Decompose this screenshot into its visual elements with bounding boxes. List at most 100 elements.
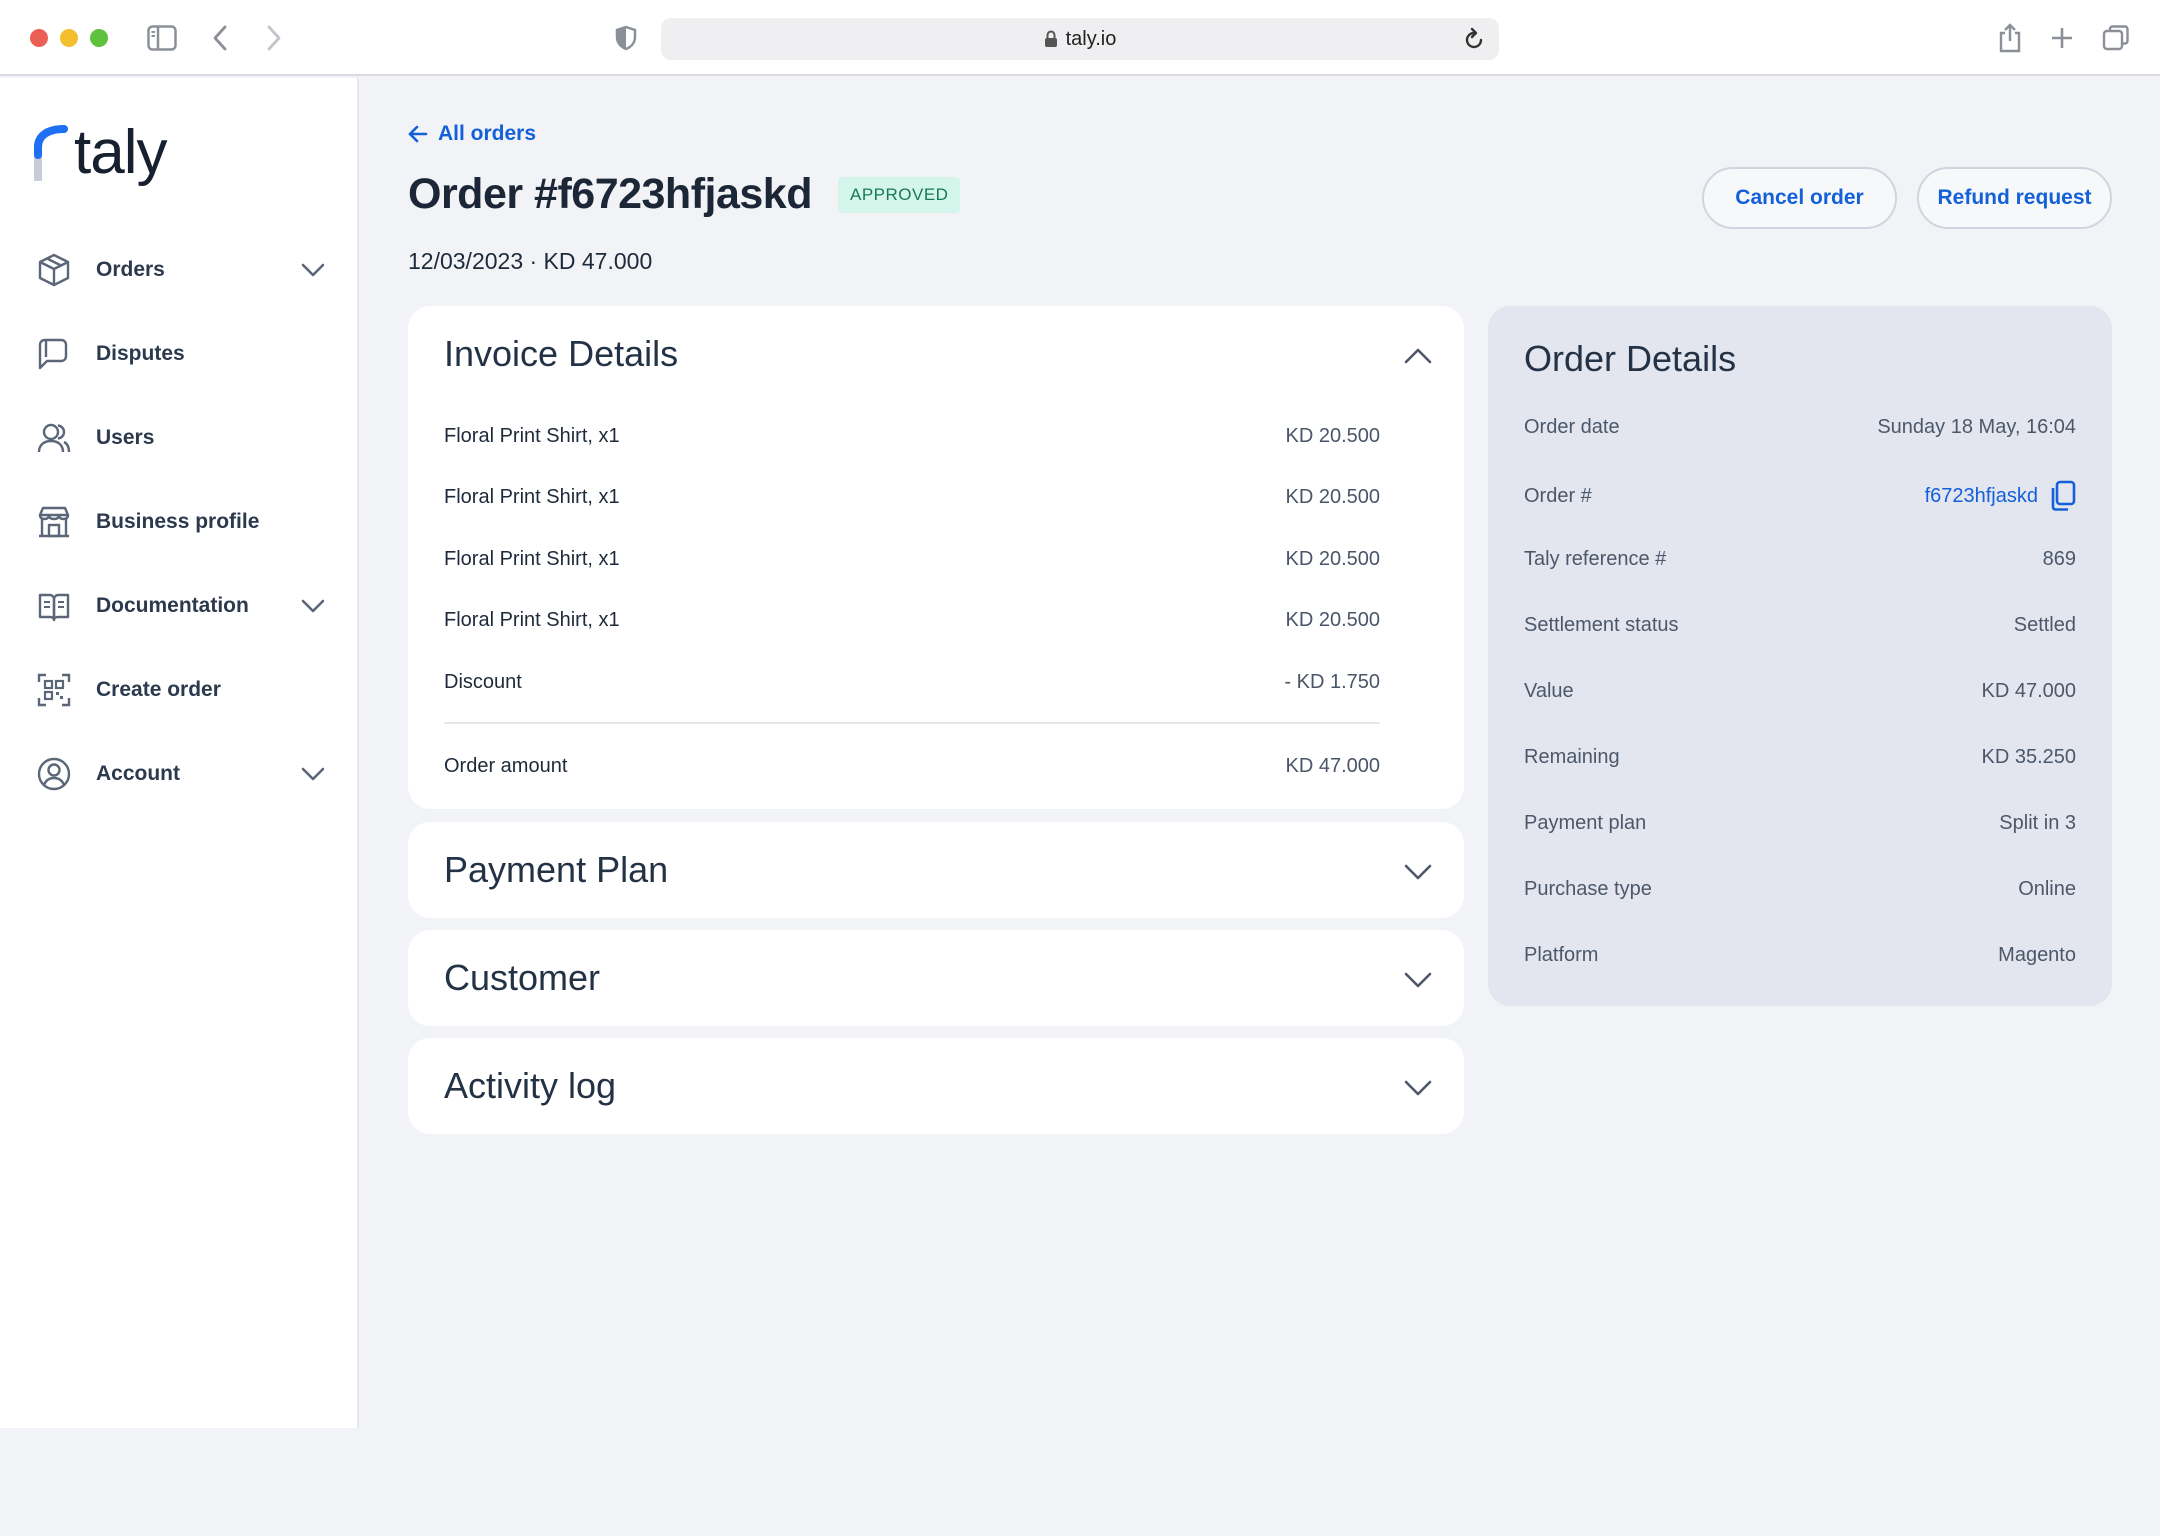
shield-icon[interactable] bbox=[608, 20, 644, 56]
customer-header[interactable]: Customer bbox=[408, 930, 1464, 1026]
line-item-label: Floral Print Shirt, x1 bbox=[444, 609, 620, 631]
chat-bubble-icon bbox=[36, 336, 72, 372]
logo-text: taly bbox=[74, 118, 167, 187]
status-badge: APPROVED bbox=[837, 176, 961, 213]
detail-row-order-number: Order # f6723hfjaskd bbox=[1524, 480, 2076, 512]
customer-card[interactable]: Customer bbox=[408, 930, 1464, 1026]
sidebar-item-documentation[interactable]: Documentation bbox=[0, 564, 359, 648]
sidebar-item-create-order[interactable]: Create order bbox=[0, 648, 359, 732]
lock-icon bbox=[1044, 30, 1058, 48]
copy-icon[interactable] bbox=[2050, 480, 2076, 512]
order-details-title: Order Details bbox=[1524, 338, 1737, 379]
invoice-details-card: Invoice Details Floral Print Shirt, x1 K… bbox=[408, 306, 1464, 809]
detail-row-value: Value KD 47.000 bbox=[1524, 680, 2076, 703]
qr-code-icon bbox=[36, 672, 72, 708]
detail-value: KD 35.250 bbox=[1981, 746, 2076, 768]
chevron-up-icon[interactable] bbox=[1402, 340, 1434, 372]
cancel-order-button[interactable]: Cancel order bbox=[1702, 167, 1897, 229]
detail-label: Payment plan bbox=[1524, 812, 1647, 834]
sidebar-item-business-profile[interactable]: Business profile bbox=[0, 480, 359, 564]
line-item-label: Floral Print Shirt, x1 bbox=[444, 548, 620, 570]
sidebar-item-label: Create order bbox=[96, 678, 221, 701]
order-summary-subtitle: 12/03/2023 · KD 47.000 bbox=[408, 248, 653, 274]
order-amount-value: KD 47.000 bbox=[1285, 755, 1380, 777]
tab-overview-icon[interactable] bbox=[2098, 20, 2134, 56]
detail-row-remaining: Remaining KD 35.250 bbox=[1524, 746, 2076, 769]
discount-amount: - KD 1.750 bbox=[1284, 671, 1380, 693]
box-icon bbox=[36, 252, 72, 288]
payment-plan-card[interactable]: Payment Plan bbox=[408, 822, 1464, 918]
share-icon[interactable] bbox=[1992, 20, 2028, 56]
storefront-icon bbox=[36, 504, 72, 540]
activity-log-title: Activity log bbox=[444, 1065, 617, 1106]
line-item-amount: KD 20.500 bbox=[1285, 425, 1380, 447]
order-details-panel: Order Details Order date Sunday 18 May, … bbox=[1488, 306, 2112, 1006]
detail-value: 869 bbox=[2042, 548, 2076, 570]
order-amount-label: Order amount bbox=[444, 755, 568, 777]
activity-log-card[interactable]: Activity log bbox=[408, 1038, 1464, 1134]
invoice-line-item: Floral Print Shirt, x1 KD 20.500 bbox=[444, 425, 1380, 448]
detail-row-taly-reference: Taly reference # 869 bbox=[1524, 548, 2076, 571]
sidebar-item-account[interactable]: Account bbox=[0, 732, 359, 816]
detail-label: Settlement status bbox=[1524, 614, 1679, 636]
line-item-label: Floral Print Shirt, x1 bbox=[444, 425, 620, 447]
detail-label: Platform bbox=[1524, 944, 1599, 966]
sidebar-item-label: Users bbox=[96, 426, 155, 449]
reload-icon[interactable] bbox=[1463, 27, 1485, 57]
taly-logo-mark-icon bbox=[34, 125, 68, 181]
taly-logo[interactable]: taly bbox=[34, 118, 167, 188]
chevron-down-icon[interactable] bbox=[1402, 1072, 1434, 1104]
browser-toolbar: taly.io bbox=[0, 0, 2160, 76]
sidebar-toggle-icon[interactable] bbox=[144, 20, 180, 56]
close-window-button[interactable] bbox=[30, 29, 48, 47]
sidebar: taly Orders Disputes Users Business prof… bbox=[0, 78, 359, 1428]
detail-row-purchase-type: Purchase type Online bbox=[1524, 878, 2076, 901]
sidebar-item-orders[interactable]: Orders bbox=[0, 228, 359, 312]
line-item-amount: KD 20.500 bbox=[1285, 486, 1380, 508]
forward-arrow-icon[interactable] bbox=[256, 20, 292, 56]
sidebar-item-label: Business profile bbox=[96, 510, 260, 533]
minimize-window-button[interactable] bbox=[60, 29, 78, 47]
detail-label: Value bbox=[1524, 680, 1574, 702]
payment-plan-title: Payment Plan bbox=[444, 849, 669, 890]
page-bottom-area bbox=[0, 1428, 2160, 1536]
refund-request-button[interactable]: Refund request bbox=[1917, 167, 2112, 229]
sidebar-item-label: Disputes bbox=[96, 342, 185, 365]
line-item-amount: KD 20.500 bbox=[1285, 548, 1380, 570]
sidebar-item-label: Documentation bbox=[96, 594, 249, 617]
zoom-window-button[interactable] bbox=[90, 29, 108, 47]
activity-log-header[interactable]: Activity log bbox=[408, 1038, 1464, 1134]
address-bar[interactable]: taly.io bbox=[661, 18, 1499, 60]
customer-title: Customer bbox=[444, 957, 601, 998]
arrow-left-icon bbox=[408, 125, 428, 143]
invoice-divider bbox=[444, 722, 1380, 724]
invoice-total-row: Order amount KD 47.000 bbox=[444, 755, 1380, 778]
detail-value: Settled bbox=[2013, 614, 2076, 636]
chevron-down-icon[interactable] bbox=[1402, 964, 1434, 996]
chevron-down-icon[interactable] bbox=[299, 256, 327, 284]
detail-label: Taly reference # bbox=[1524, 548, 1667, 570]
chevron-down-icon[interactable] bbox=[299, 760, 327, 788]
detail-value: KD 47.000 bbox=[1981, 680, 2076, 702]
sidebar-item-label: Account bbox=[96, 762, 180, 785]
back-link-label: All orders bbox=[438, 122, 537, 145]
users-icon bbox=[36, 420, 72, 456]
payment-plan-header[interactable]: Payment Plan bbox=[408, 822, 1464, 918]
detail-label: Order # bbox=[1524, 484, 1592, 507]
invoice-details-header[interactable]: Invoice Details bbox=[408, 306, 1464, 402]
invoice-discount-row: Discount - KD 1.750 bbox=[444, 671, 1380, 694]
detail-row-order-date: Order date Sunday 18 May, 16:04 bbox=[1524, 416, 2076, 439]
chevron-down-icon[interactable] bbox=[299, 592, 327, 620]
sidebar-item-users[interactable]: Users bbox=[0, 396, 359, 480]
chevron-down-icon[interactable] bbox=[1402, 856, 1434, 888]
detail-value: f6723hfjaskd bbox=[1924, 484, 2038, 507]
page-title: Order #f6723hfjaskd bbox=[408, 170, 812, 218]
order-number-link[interactable]: f6723hfjaskd bbox=[1925, 480, 2076, 512]
detail-label: Remaining bbox=[1524, 746, 1620, 768]
new-tab-icon[interactable] bbox=[2044, 20, 2080, 56]
back-arrow-icon[interactable] bbox=[202, 20, 238, 56]
sidebar-item-label: Orders bbox=[96, 258, 165, 281]
all-orders-link[interactable]: All orders bbox=[408, 122, 536, 146]
sidebar-item-disputes[interactable]: Disputes bbox=[0, 312, 359, 396]
url-text: taly.io bbox=[1065, 27, 1117, 50]
